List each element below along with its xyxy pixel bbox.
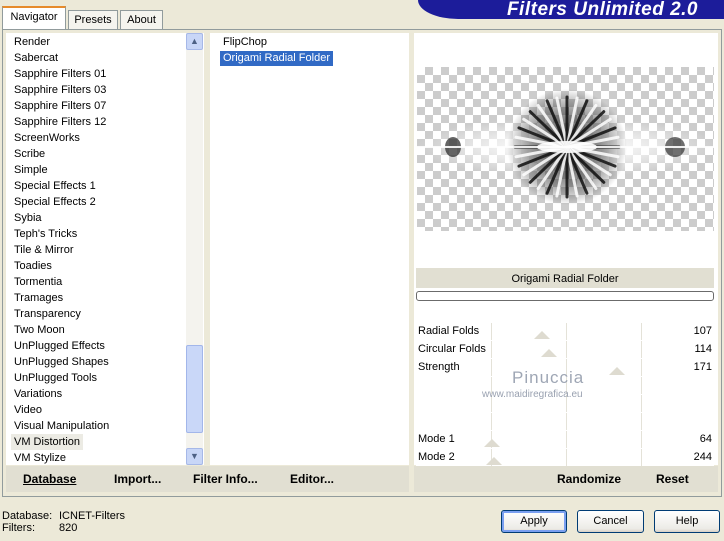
slider-tick: [566, 323, 567, 340]
slider-tick: [641, 449, 642, 466]
category-item[interactable]: Simple: [14, 162, 48, 178]
category-item[interactable]: Video: [14, 402, 42, 418]
param-row[interactable]: Mode 1 64: [416, 431, 714, 448]
category-item-selected[interactable]: VM Distortion: [11, 434, 84, 450]
slider-tick: [641, 341, 642, 358]
preview-starburst: [417, 89, 714, 205]
slider-tick: [566, 449, 567, 466]
slider-tick: [491, 323, 492, 340]
category-item[interactable]: Tormentia: [14, 274, 62, 290]
slider-tick: [491, 359, 492, 376]
slider-tick: [566, 431, 567, 448]
category-item[interactable]: Sapphire Filters 07: [14, 98, 106, 114]
slider-tick: [641, 431, 642, 448]
slider-tick: [491, 341, 492, 358]
filter-item[interactable]: FlipChop: [220, 35, 270, 50]
filter-name-label: Origami Radial Folder: [416, 268, 714, 288]
watermark-url: www.maidiregrafica.eu: [482, 389, 583, 400]
param-label: Mode 2: [418, 451, 455, 463]
category-item[interactable]: Toadies: [14, 258, 52, 274]
preview-image: [417, 67, 714, 231]
param-label: Radial Folds: [418, 325, 480, 337]
help-button[interactable]: Help: [654, 510, 720, 533]
cancel-button[interactable]: Cancel: [577, 510, 644, 533]
param-value: 64: [699, 433, 712, 445]
category-item[interactable]: Two Moon: [14, 322, 65, 338]
param-value: 244: [693, 451, 712, 463]
param-row[interactable]: Circular Folds 114: [416, 341, 714, 358]
apply-button[interactable]: Apply: [501, 510, 567, 533]
slider-tick: [566, 413, 567, 430]
import-button[interactable]: Import...: [114, 472, 161, 486]
filter-list[interactable]: [210, 33, 409, 465]
category-item[interactable]: VM Stylize: [14, 450, 66, 466]
param-value: 114: [694, 343, 712, 355]
category-scrollbar[interactable]: ▲ ▼: [186, 33, 203, 465]
status-filters-label: Filters:: [2, 522, 35, 534]
scroll-up-arrow-icon[interactable]: ▲: [186, 33, 203, 50]
category-item[interactable]: Sapphire Filters 01: [14, 66, 106, 82]
category-item[interactable]: Transparency: [14, 306, 81, 322]
tab-presets[interactable]: Presets: [68, 10, 118, 29]
category-item[interactable]: Variations: [14, 386, 62, 402]
slider-tick: [641, 413, 642, 430]
param-row[interactable]: Radial Folds 107: [416, 323, 714, 340]
category-item[interactable]: Visual Manipulation: [14, 418, 109, 434]
database-button[interactable]: Database: [23, 472, 76, 486]
param-label: Circular Folds: [418, 343, 486, 355]
category-item[interactable]: Tramages: [14, 290, 63, 306]
slider-tick: [641, 323, 642, 340]
param-value: 107: [693, 325, 712, 337]
category-item[interactable]: Special Effects 2: [14, 194, 96, 210]
category-item[interactable]: UnPlugged Effects: [14, 338, 105, 354]
app-banner-title: Filters Unlimited 2.0: [418, 0, 724, 19]
category-item[interactable]: Sapphire Filters 03: [14, 82, 106, 98]
left-button-bar: Database Import... Filter Info... Editor…: [6, 466, 409, 492]
category-item[interactable]: Sabercat: [14, 50, 58, 66]
slider-marker-icon[interactable]: [534, 331, 550, 339]
category-item[interactable]: Render: [14, 34, 50, 50]
editor-button[interactable]: Editor...: [290, 472, 334, 486]
slider-tick: [491, 413, 492, 430]
category-item[interactable]: UnPlugged Tools: [14, 370, 97, 386]
scrollbar-thumb[interactable]: [186, 345, 203, 433]
filter-item-selected[interactable]: Origami Radial Folder: [220, 51, 333, 66]
slider-marker-icon[interactable]: [541, 349, 557, 357]
slider-marker-icon[interactable]: [486, 457, 502, 465]
slider-marker-icon[interactable]: [484, 439, 500, 447]
category-item[interactable]: Teph's Tricks: [14, 226, 77, 242]
category-item[interactable]: Special Effects 1: [14, 178, 96, 194]
reset-button[interactable]: Reset: [656, 472, 689, 486]
right-button-bar: Randomize Reset: [414, 466, 718, 492]
category-item[interactable]: Sybia: [14, 210, 42, 226]
slider-tick: [566, 341, 567, 358]
progress-bar: [416, 291, 714, 301]
category-item[interactable]: Sapphire Filters 12: [14, 114, 106, 130]
tab-about[interactable]: About: [120, 10, 163, 29]
param-label: Strength: [418, 361, 460, 373]
filter-info-button[interactable]: Filter Info...: [193, 472, 258, 486]
status-filters-value: 820: [59, 522, 78, 534]
category-item[interactable]: Tile & Mirror: [14, 242, 73, 258]
slider-marker-icon[interactable]: [609, 367, 625, 375]
category-item[interactable]: UnPlugged Shapes: [14, 354, 109, 370]
param-row[interactable]: Mode 2 244: [416, 449, 714, 466]
param-value: 171: [693, 361, 712, 373]
tab-navigator[interactable]: Navigator: [2, 6, 66, 30]
param-row[interactable]: [416, 413, 714, 430]
randomize-button[interactable]: Randomize: [557, 472, 621, 486]
category-item[interactable]: Scribe: [14, 146, 45, 162]
watermark-name: Pinuccia: [512, 368, 585, 387]
slider-tick: [641, 377, 642, 394]
slider-tick: [641, 395, 642, 412]
slider-tick: [641, 359, 642, 376]
scroll-down-arrow-icon[interactable]: ▼: [186, 448, 203, 465]
category-item[interactable]: ScreenWorks: [14, 130, 80, 146]
param-label: Mode 1: [418, 433, 455, 445]
